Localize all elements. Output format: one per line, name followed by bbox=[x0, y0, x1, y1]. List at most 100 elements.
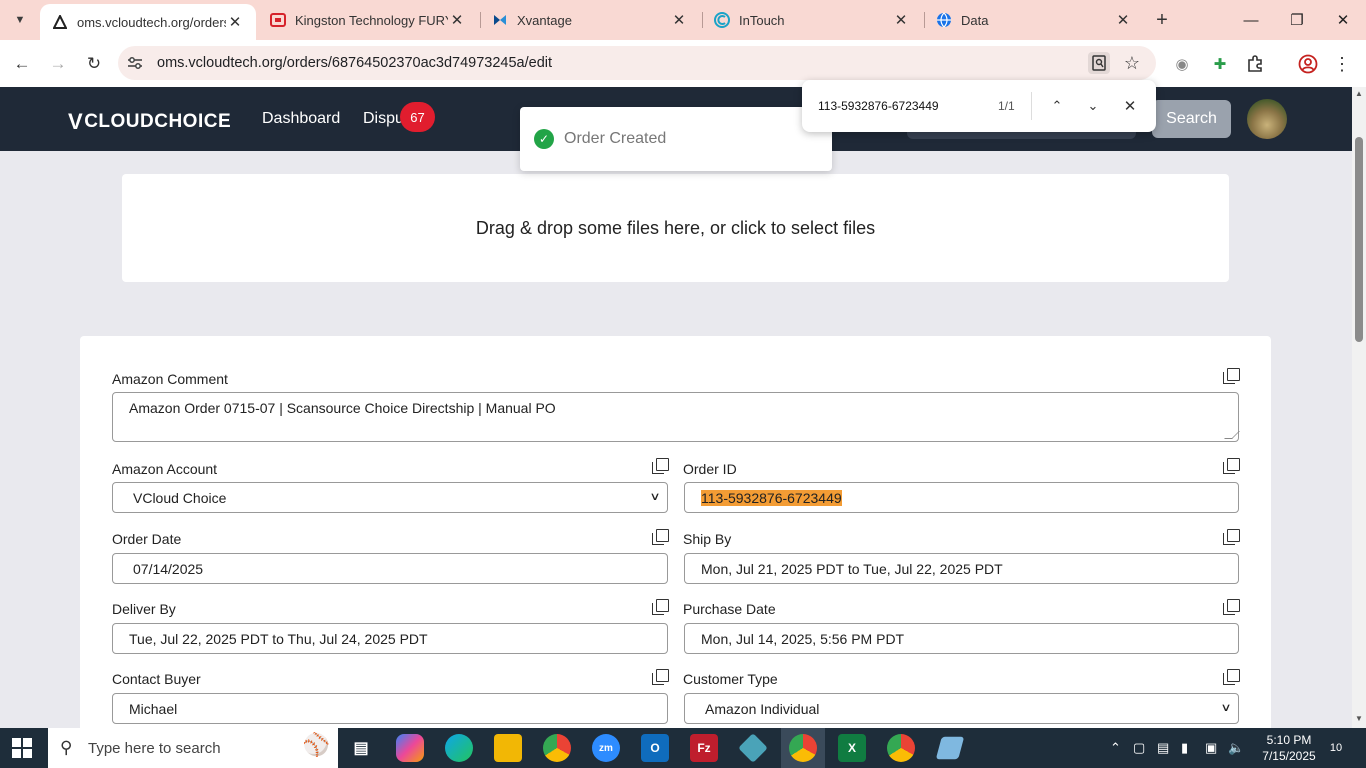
find-in-page-icon[interactable] bbox=[1088, 52, 1110, 74]
notification-center-icon[interactable]: 10 bbox=[1324, 738, 1348, 758]
copy-icon[interactable] bbox=[652, 599, 669, 615]
site-info-icon[interactable] bbox=[126, 54, 144, 72]
tab-data[interactable]: Data ✕ bbox=[924, 0, 1144, 40]
copy-icon[interactable] bbox=[1223, 599, 1240, 615]
browser-toolbar: ← → ↻ oms.vcloudtech.org/orders/68764502… bbox=[0, 40, 1366, 87]
bookmark-star-icon[interactable]: ☆ bbox=[1121, 52, 1143, 74]
meet-now-icon[interactable]: ▢ bbox=[1133, 740, 1145, 756]
copy-icon[interactable] bbox=[652, 669, 669, 685]
display-icon[interactable]: ▤ bbox=[1157, 740, 1169, 756]
order-date-field[interactable]: 07/14/2025 bbox=[112, 553, 668, 584]
chrome-second-profile-icon[interactable] bbox=[887, 734, 915, 762]
file-explorer-icon[interactable] bbox=[494, 734, 522, 762]
notification-count: 10 bbox=[1329, 742, 1343, 754]
ship-by-field[interactable]: Mon, Jul 21, 2025 PDT to Tue, Jul 22, 20… bbox=[684, 553, 1239, 584]
amazon-comment-label: Amazon Comment bbox=[112, 371, 228, 387]
order-created-toast[interactable]: ✓ Order Created bbox=[520, 107, 832, 171]
find-divider bbox=[1031, 92, 1032, 120]
new-tab-icon[interactable]: + bbox=[1150, 8, 1174, 32]
extension-plus-icon[interactable]: ✚ bbox=[1208, 52, 1232, 76]
deliver-by-value: Tue, Jul 22, 2025 PDT to Thu, Jul 24, 20… bbox=[129, 630, 428, 647]
tab-title: Kingston Technology FURY 3 bbox=[295, 12, 448, 28]
scroll-up-icon[interactable]: ▲ bbox=[1355, 89, 1363, 98]
app-search-button[interactable]: Search bbox=[1152, 100, 1231, 138]
close-tab-icon[interactable]: ✕ bbox=[1114, 11, 1132, 29]
copy-icon[interactable] bbox=[1223, 669, 1240, 685]
minimize-icon[interactable]: — bbox=[1228, 0, 1274, 40]
close-tab-icon[interactable]: ✕ bbox=[448, 11, 466, 29]
chrome-icon[interactable] bbox=[543, 734, 571, 762]
order-id-field[interactable]: 113-5932876-6723449 bbox=[684, 482, 1239, 513]
chrome-profile-icon[interactable] bbox=[789, 734, 817, 762]
system-clock[interactable]: 5:10 PM 7/15/2025 bbox=[1258, 732, 1320, 764]
amazon-comment-textarea[interactable]: Amazon Order 0715-07 | Scansource Choice… bbox=[112, 392, 1240, 442]
scroll-thumb[interactable] bbox=[1355, 137, 1363, 342]
zoom-icon[interactable]: zm bbox=[592, 734, 620, 762]
close-tab-icon[interactable]: ✕ bbox=[670, 11, 688, 29]
outlook-icon[interactable]: O bbox=[641, 734, 669, 762]
profile-icon[interactable] bbox=[1296, 52, 1320, 76]
copy-icon[interactable] bbox=[1223, 529, 1240, 545]
purchase-date-label: Purchase Date bbox=[683, 601, 776, 617]
nav-disputes[interactable]: Dispu bbox=[363, 110, 404, 128]
vcloud-triangle-icon bbox=[52, 14, 68, 30]
tab-intouch[interactable]: InTouch ✕ bbox=[702, 0, 922, 40]
resize-handle-icon[interactable] bbox=[1224, 431, 1240, 439]
cloudchoice-logo[interactable]: V CLOUDCHOICE bbox=[68, 109, 231, 135]
tab-search-chevron-icon[interactable]: ▼ bbox=[6, 7, 34, 33]
network-icon[interactable]: ▣ bbox=[1205, 740, 1217, 756]
windows-taskbar: ⚲ Type here to search ⚾ ▤ zm O Fz X ⌃ ▢ … bbox=[0, 728, 1366, 768]
taskbar-search-placeholder: Type here to search bbox=[88, 739, 221, 757]
purchase-date-field[interactable]: Mon, Jul 14, 2025, 5:56 PM PDT bbox=[684, 623, 1239, 654]
restore-icon[interactable]: ❐ bbox=[1274, 0, 1320, 40]
order-form-card: Amazon Comment Amazon Order 0715-07 | Sc… bbox=[80, 336, 1271, 736]
copilot-icon[interactable] bbox=[396, 734, 424, 762]
windows-start-icon[interactable] bbox=[12, 738, 32, 758]
find-next-icon[interactable]: ⌄ bbox=[1081, 94, 1105, 118]
taskbar-search-box[interactable]: ⚲ Type here to search ⚾ bbox=[48, 728, 338, 768]
forward-icon[interactable]: → bbox=[44, 50, 72, 78]
tray-chevron-up-icon[interactable]: ⌃ bbox=[1110, 740, 1121, 756]
amazon-account-select[interactable]: VCloud Choice ∨ bbox=[112, 482, 668, 513]
page-scrollbar[interactable]: ▲ ▼ bbox=[1352, 87, 1366, 728]
contact-buyer-field[interactable]: Michael bbox=[112, 693, 668, 724]
tab-oms[interactable]: oms.vcloudtech.org/orders/6 ✕ bbox=[40, 4, 256, 40]
scroll-down-icon[interactable]: ▼ bbox=[1355, 714, 1363, 723]
nav-dashboard[interactable]: Dashboard bbox=[262, 110, 340, 128]
volume-muted-icon[interactable]: 🔈 bbox=[1228, 740, 1244, 756]
order-id-label: Order ID bbox=[683, 461, 737, 477]
task-view-icon[interactable]: ▤ bbox=[347, 734, 375, 762]
amazon-comment-value: Amazon Order 0715-07 | Scansource Choice… bbox=[129, 400, 556, 416]
translate-globe-icon[interactable]: ◉ bbox=[1170, 52, 1194, 76]
close-tab-icon[interactable]: ✕ bbox=[226, 13, 244, 31]
address-bar[interactable]: oms.vcloudtech.org/orders/68764502370ac3… bbox=[118, 46, 1156, 80]
user-avatar[interactable] bbox=[1247, 99, 1287, 139]
app-notes-icon[interactable] bbox=[935, 736, 965, 760]
globe-icon bbox=[936, 12, 952, 28]
excel-icon[interactable]: X bbox=[838, 734, 866, 762]
tab-xvantage[interactable]: Xvantage ✕ bbox=[480, 0, 700, 40]
app-diamond-icon[interactable] bbox=[738, 733, 768, 763]
battery-icon[interactable]: ▮ bbox=[1181, 740, 1188, 756]
copy-icon[interactable] bbox=[652, 529, 669, 545]
deliver-by-field[interactable]: Tue, Jul 22, 2025 PDT to Thu, Jul 24, 20… bbox=[112, 623, 668, 654]
filezilla-icon[interactable]: Fz bbox=[690, 734, 718, 762]
find-close-icon[interactable]: ✕ bbox=[1118, 94, 1142, 118]
copy-icon[interactable] bbox=[652, 458, 669, 474]
find-query-input[interactable]: 113-5932876-6723449 bbox=[818, 99, 939, 113]
close-window-icon[interactable]: ✕ bbox=[1320, 0, 1366, 40]
copy-icon[interactable] bbox=[1223, 458, 1240, 474]
back-icon[interactable]: ← bbox=[8, 50, 36, 78]
edge-icon[interactable] bbox=[445, 734, 473, 762]
close-tab-icon[interactable]: ✕ bbox=[892, 11, 910, 29]
contact-buyer-value: Michael bbox=[129, 700, 178, 717]
reload-icon[interactable]: ↻ bbox=[80, 50, 108, 78]
browser-menu-icon[interactable]: ⋮ bbox=[1330, 52, 1354, 76]
clock-time: 5:10 PM bbox=[1266, 733, 1312, 747]
customer-type-select[interactable]: Amazon Individual ∨ bbox=[684, 693, 1239, 724]
tab-kingston[interactable]: Kingston Technology FURY 3 ✕ bbox=[258, 0, 478, 40]
find-previous-icon[interactable]: ⌃ bbox=[1045, 94, 1069, 118]
file-dropzone[interactable]: Drag & drop some files here, or click to… bbox=[122, 174, 1229, 282]
copy-icon[interactable] bbox=[1223, 368, 1240, 384]
extensions-puzzle-icon[interactable] bbox=[1243, 52, 1267, 76]
